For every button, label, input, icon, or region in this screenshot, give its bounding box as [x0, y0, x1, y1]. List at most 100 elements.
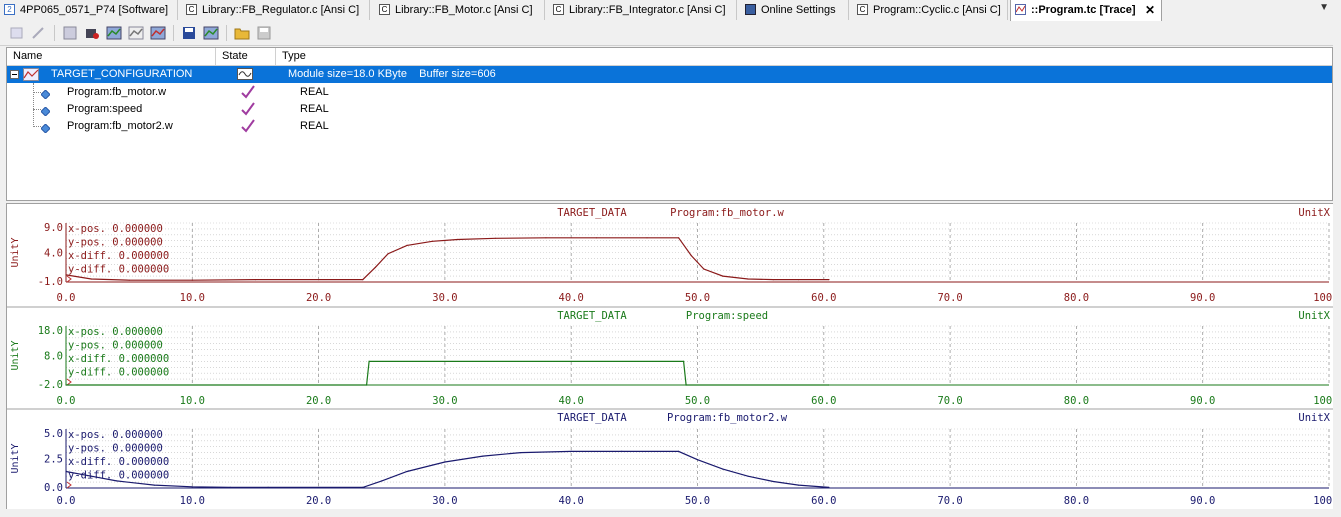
data-point: [828, 384, 830, 386]
data-point: [545, 237, 547, 239]
tab-software-config[interactable]: 2 4PP065_0571_P74 [Software]: [0, 0, 178, 20]
install-icon[interactable]: [62, 25, 78, 41]
collapse-icon[interactable]: [10, 70, 19, 79]
data-point: [362, 279, 364, 281]
data-point: [646, 237, 648, 239]
trace-settings-icon[interactable]: [128, 25, 144, 41]
cursor-marker: [66, 481, 72, 489]
y-tick-label: 9.0: [44, 222, 63, 234]
tab-program-cyclic[interactable]: C Program::Cyclic.c [Ansi C]: [853, 0, 1008, 20]
y-tick-label: 18.0: [38, 325, 63, 337]
data-point: [387, 253, 389, 255]
x-tick-label: 70.0: [937, 495, 962, 507]
check-icon: [241, 119, 255, 136]
variable-diamond-icon: [40, 88, 51, 100]
close-tab-icon[interactable]: ✕: [1145, 0, 1155, 20]
data-point: [191, 279, 193, 281]
unit-y-label: UnitY: [10, 443, 21, 473]
x-tick-label: 20.0: [306, 292, 331, 304]
check-icon: [241, 85, 255, 102]
edit-icon[interactable]: [30, 25, 46, 41]
chart-source-label: TARGET_DATA: [557, 412, 627, 424]
tab-fb-motor[interactable]: C Library::FB_Motor.c [Ansi C]: [375, 0, 545, 20]
x-tick-label: 80.0: [1064, 495, 1089, 507]
x-tick-label: 50.0: [685, 292, 710, 304]
tab-fb-regulator[interactable]: C Library::FB_Regulator.c [Ansi C]: [182, 0, 370, 20]
unit-y-label: UnitY: [10, 340, 21, 370]
data-point: [772, 480, 774, 483]
toolbar-separator: [226, 25, 227, 41]
tree-row-target-configuration[interactable]: TARGET_CONFIGURATION Module size=18.0 KB…: [7, 66, 1332, 83]
tree-item-type: REAL: [300, 86, 329, 98]
chart-title: Program:fb_motor.w: [670, 207, 784, 219]
horizontal-scrollbar[interactable]: [0, 509, 1341, 517]
y-tick-label: -1.0: [38, 276, 63, 288]
unit-y-label: UnitY: [10, 237, 21, 267]
data-point: [406, 244, 408, 246]
x-tick-label: 80.0: [1064, 292, 1089, 304]
tree-row-variable[interactable]: Program:fb_motor2.w REAL: [7, 118, 1332, 135]
trace-chart-area[interactable]: TARGET_DATA Program:fb_motor.w UnitX UnitY 0…: [6, 203, 1341, 510]
trace-graph-icon: [1015, 5, 1026, 13]
chart-source-label: TARGET_DATA: [557, 310, 627, 322]
data-point: [747, 475, 749, 477]
export-icon[interactable]: [203, 25, 219, 41]
save-icon[interactable]: [181, 25, 197, 41]
data-point: [431, 240, 433, 242]
tab-online-settings[interactable]: Online Settings: [741, 0, 849, 20]
column-header-type[interactable]: Type: [276, 48, 476, 65]
column-header-state[interactable]: State: [216, 48, 276, 65]
c-file-icon: C: [553, 4, 564, 15]
tab-overflow-dropdown-icon[interactable]: ▼: [1319, 2, 1329, 13]
add-variable-icon[interactable]: [9, 25, 25, 41]
y-tick-label: 4.0: [44, 248, 63, 260]
tab-label: Online Settings: [761, 4, 836, 16]
open-folder-icon[interactable]: [234, 25, 250, 41]
data-point: [797, 279, 800, 281]
data-point: [722, 468, 724, 470]
cursor-info-label: y-pos. 0.000000: [68, 443, 163, 455]
series-line[interactable]: [65, 237, 829, 281]
data-point: [828, 279, 830, 281]
data-point: [456, 238, 459, 241]
x-tick-label: 0.0: [57, 292, 76, 304]
tab-label: ::Program.tc [Trace]: [1031, 4, 1136, 16]
data-point: [381, 480, 383, 482]
trace-icon: [1015, 4, 1026, 15]
data-point: [482, 455, 484, 457]
show-graph-icon[interactable]: [150, 25, 166, 41]
cursor-info-label: x-diff. 0.000000: [68, 456, 169, 468]
x-tick-label: 90.0: [1190, 495, 1215, 507]
tree-item-type: REAL: [300, 103, 329, 115]
x-tick-label: 30.0: [432, 395, 457, 407]
tree-row-variable[interactable]: Program:speed REAL: [7, 101, 1332, 118]
variable-diamond-icon: [40, 105, 51, 117]
vertical-scrollbar[interactable]: [1333, 45, 1341, 517]
data-point: [621, 450, 623, 452]
x-tick-label: 0.0: [57, 495, 76, 507]
x-tick-label: 30.0: [432, 495, 457, 507]
column-header-name[interactable]: Name: [7, 48, 216, 65]
tab-fb-integrator[interactable]: C Library::FB_Integrator.c [Ansi C]: [549, 0, 737, 20]
save-disk-icon[interactable]: [256, 25, 272, 41]
tree-row-variable[interactable]: Program:fb_motor.w REAL: [7, 84, 1332, 101]
x-tick-label: 50.0: [685, 395, 710, 407]
upload-icon[interactable]: [106, 25, 122, 41]
data-point: [115, 480, 118, 482]
cursor-info-label: y-pos. 0.000000: [68, 237, 163, 249]
trace-charts-svg[interactable]: TARGET_DATA Program:fb_motor.w UnitX UnitY 0…: [7, 204, 1341, 509]
cursor-info-label: x-diff. 0.000000: [68, 353, 169, 365]
x-tick-label: 30.0: [432, 292, 457, 304]
stop-icon[interactable]: [84, 25, 100, 41]
data-point: [374, 266, 376, 268]
x-tick-label: 40.0: [559, 395, 584, 407]
unit-x-label: UnitX: [1298, 207, 1330, 219]
x-tick-label: 90.0: [1190, 292, 1215, 304]
x-tick-label: 100.0: [1313, 495, 1334, 507]
x-tick-label: 100.0: [1313, 395, 1334, 407]
x-tick-label: 10.0: [180, 495, 205, 507]
tab-program-trace[interactable]: ::Program.tc [Trace] ✕: [1010, 0, 1162, 21]
tree-item-name: Program:speed: [67, 103, 143, 115]
data-point: [366, 384, 368, 386]
x-tick-label: 60.0: [811, 495, 836, 507]
